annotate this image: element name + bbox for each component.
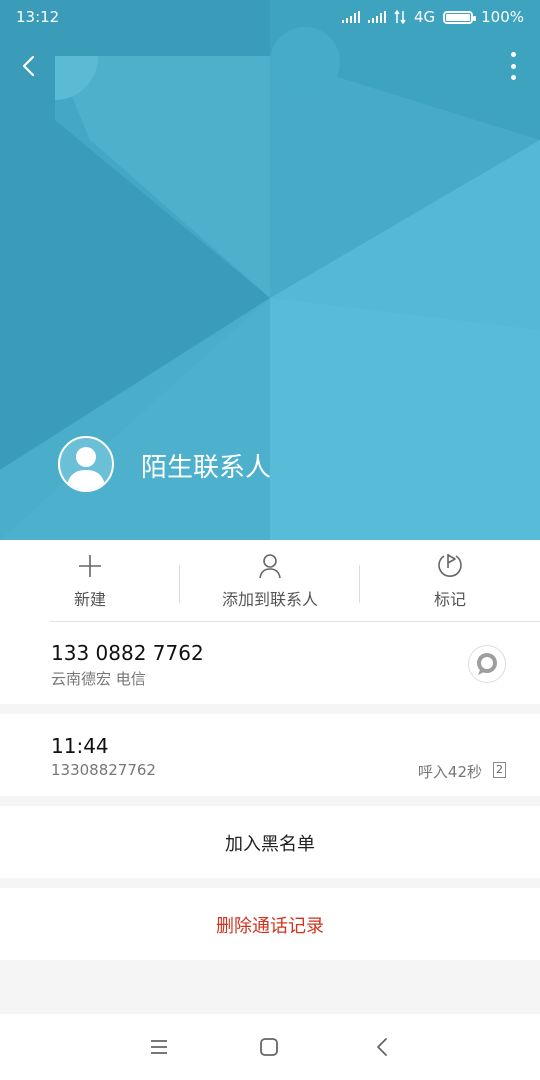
battery-icon xyxy=(443,10,477,24)
menu-icon[interactable] xyxy=(148,1036,170,1058)
send-message-button[interactable] xyxy=(468,645,506,683)
data-transfer-icon xyxy=(394,10,406,24)
action-bar: 新建 添加到联系人 标记 xyxy=(0,540,540,622)
avatar-icon xyxy=(58,436,114,492)
phone-number: 133 0882 7762 xyxy=(51,641,204,665)
call-time: 11:44 xyxy=(51,734,109,758)
message-icon xyxy=(477,653,497,675)
status-bar: 13:12 4G 100% xyxy=(0,0,540,34)
delete-row: 删除通话记录 xyxy=(0,888,540,960)
phone-location: 云南德宏 电信 xyxy=(51,670,146,688)
signal-icon xyxy=(341,11,360,23)
person-icon xyxy=(259,554,281,579)
new-contact-label: 新建 xyxy=(73,590,106,609)
call-count-badge: 2 xyxy=(493,762,506,778)
flag-icon xyxy=(438,554,462,577)
more-vertical-icon[interactable] xyxy=(506,52,520,80)
plus-icon xyxy=(79,555,101,577)
blacklist-row: 加入黑名单 xyxy=(0,806,540,878)
contact-name: 陌生联系人 xyxy=(141,453,272,483)
network-type: 4G xyxy=(413,8,436,26)
call-info: 呼入42秒 xyxy=(417,763,482,781)
call-log-item[interactable]: 11:44 13308827762 呼入42秒 2 xyxy=(0,714,540,796)
divider xyxy=(359,565,360,603)
call-number: 13308827762 xyxy=(51,761,156,779)
delete-call-log-button[interactable]: 删除通话记录 xyxy=(0,912,540,938)
mark-label: 标记 xyxy=(433,590,466,609)
add-to-blacklist-button[interactable]: 加入黑名单 xyxy=(0,830,540,856)
home-icon[interactable] xyxy=(258,1036,280,1058)
status-icons: 4G 100% xyxy=(341,8,524,26)
add-to-contacts-label: 添加到联系人 xyxy=(221,590,318,609)
add-to-contacts-button[interactable]: 添加到联系人 xyxy=(180,540,360,622)
signal-icon xyxy=(367,11,386,23)
navigation-bar xyxy=(0,1014,540,1080)
battery-percent: 100% xyxy=(481,8,524,26)
back-nav-icon[interactable] xyxy=(372,1036,394,1058)
mark-button[interactable]: 标记 xyxy=(360,540,540,622)
divider xyxy=(179,565,180,603)
back-icon[interactable] xyxy=(14,50,46,82)
new-contact-button[interactable]: 新建 xyxy=(0,540,180,622)
phone-number-row[interactable]: 133 0882 7762 云南德宏 电信 xyxy=(0,622,540,704)
status-time: 13:12 xyxy=(16,8,60,26)
contact-header: 13:12 4G 100% 陌生联系人 xyxy=(0,0,540,540)
